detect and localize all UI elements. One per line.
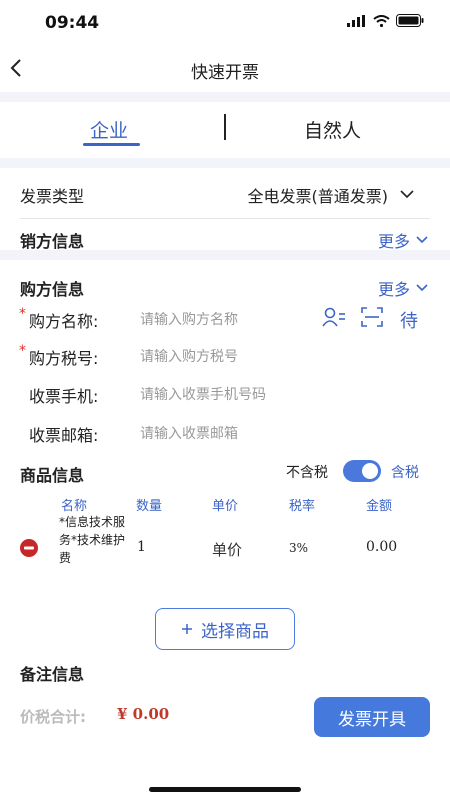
receive-phone-input[interactable]: 请输入收票手机号码 bbox=[140, 384, 266, 404]
pending-button[interactable]: 待 bbox=[400, 307, 418, 333]
receive-phone-label: 收票手机: bbox=[29, 387, 99, 406]
select-goods-button[interactable]: 选择商品 bbox=[155, 608, 295, 650]
divider bbox=[20, 218, 430, 219]
goods-name: *信息技术服务*技术维护费 bbox=[59, 515, 126, 565]
goods-info-title: 商品信息 bbox=[20, 466, 85, 485]
tax-exclusive-label: 不含税 bbox=[286, 465, 328, 481]
goods-price[interactable]: 单价 bbox=[212, 539, 242, 560]
invoice-type-row[interactable]: 发票类型 全电发票(普通发票) bbox=[0, 168, 450, 218]
total-label: 价税合计: bbox=[20, 708, 86, 726]
home-indicator bbox=[149, 787, 301, 792]
tab-bar: 企业 自然人 bbox=[0, 102, 450, 158]
chevron-down-icon bbox=[400, 190, 414, 199]
select-goods-label: 选择商品 bbox=[201, 621, 269, 642]
tab-divider bbox=[224, 114, 226, 140]
tax-toggle[interactable] bbox=[343, 460, 381, 482]
scan-icon[interactable] bbox=[361, 307, 383, 327]
receive-email-label: 收票邮箱: bbox=[29, 426, 99, 445]
buyer-info-title: 购方信息 bbox=[20, 280, 85, 299]
tax-inclusive-label: 含税 bbox=[391, 465, 419, 481]
plus-icon bbox=[182, 624, 192, 634]
section-gap bbox=[0, 158, 450, 168]
battery-icon bbox=[396, 14, 424, 27]
seller-more-button[interactable]: 更多 bbox=[378, 228, 428, 252]
buyer-name-label: 购方名称: bbox=[29, 312, 99, 331]
buyer-more-button[interactable]: 更多 bbox=[378, 276, 428, 300]
goods-tax-rate: 3% bbox=[289, 541, 309, 555]
buyer-tax-id-label: 购方税号: bbox=[29, 349, 99, 368]
chevron-down-icon bbox=[416, 236, 428, 244]
buyer-more-label: 更多 bbox=[377, 280, 410, 299]
seller-more-label: 更多 bbox=[377, 232, 410, 251]
signal-icon bbox=[347, 14, 365, 27]
required-mark: * bbox=[19, 306, 26, 322]
status-time: 09:44 bbox=[45, 13, 100, 33]
issue-invoice-button[interactable]: 发票开具 bbox=[314, 697, 430, 737]
wifi-icon bbox=[373, 14, 390, 27]
goods-amount: 0.00 bbox=[366, 539, 398, 555]
seller-info-title: 销方信息 bbox=[20, 232, 85, 251]
tab-enterprise[interactable]: 企业 bbox=[90, 116, 128, 143]
section-gap bbox=[0, 92, 450, 102]
tab-active-indicator bbox=[83, 143, 140, 146]
toggle-knob bbox=[362, 463, 378, 479]
invoice-type-value: 全电发票(普通发票) bbox=[247, 187, 389, 206]
chevron-down-icon bbox=[416, 284, 428, 292]
receive-email-input[interactable]: 请输入收票邮箱 bbox=[140, 423, 238, 443]
buyer-name-input[interactable]: 请输入购方名称 bbox=[140, 309, 238, 329]
table-row[interactable]: *信息技术服务*技术维护费 1 单价 3% 0.00 bbox=[0, 510, 450, 586]
status-icons bbox=[347, 14, 424, 27]
buyer-tax-id-input[interactable]: 请输入购方税号 bbox=[140, 346, 238, 366]
goods-quantity: 1 bbox=[137, 539, 146, 555]
page-title: 快速开票 bbox=[191, 63, 259, 83]
required-mark: * bbox=[19, 343, 26, 359]
total-value: ¥ 0.00 bbox=[117, 705, 170, 723]
section-gap bbox=[0, 250, 450, 260]
contact-icon[interactable] bbox=[322, 307, 346, 327]
remarks-title: 备注信息 bbox=[20, 665, 85, 684]
invoice-type-label: 发票类型 bbox=[20, 187, 85, 206]
tab-individual[interactable]: 自然人 bbox=[304, 116, 361, 143]
minus-circle-icon[interactable] bbox=[20, 539, 38, 557]
